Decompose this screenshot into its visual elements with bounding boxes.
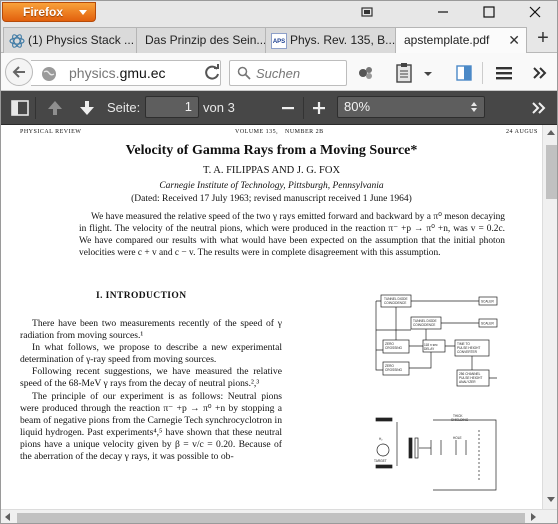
scroll-down-icon[interactable] bbox=[547, 497, 555, 502]
chevron-down-icon[interactable] bbox=[421, 62, 435, 84]
next-page-icon[interactable] bbox=[77, 98, 97, 118]
zoom-out-icon[interactable] bbox=[278, 98, 298, 118]
target-label: TARGET bbox=[374, 459, 387, 463]
close-icon[interactable] bbox=[528, 5, 542, 19]
aps-icon: APS bbox=[271, 33, 287, 49]
new-tab-button[interactable]: + bbox=[531, 25, 555, 53]
toolbar-separator bbox=[35, 97, 36, 119]
tab-bar: (1) Physics Stack ... Das Prinzip des Se… bbox=[1, 25, 557, 54]
horizontal-scrollbar[interactable] bbox=[1, 509, 557, 523]
shielding-sub: SHIELDING bbox=[451, 418, 469, 422]
page-number-input[interactable]: 1 bbox=[145, 96, 199, 118]
paragraph: Following recent suggestions, we have me… bbox=[20, 366, 282, 390]
title-bar: Firefox bbox=[1, 1, 557, 25]
url-bar[interactable]: physics.gmu.ec bbox=[31, 60, 221, 86]
globe-icon[interactable] bbox=[41, 66, 57, 82]
scroll-right-icon[interactable] bbox=[531, 513, 536, 521]
navigation-bar: physics.gmu.ec Suchen bbox=[1, 53, 557, 91]
paragraph: There have been two measurements recentl… bbox=[20, 318, 282, 342]
tab-apstemplate[interactable]: apstemplate.pdf ✕ bbox=[395, 27, 527, 54]
pdf-page: PHYSICAL REVIEW VOLUME 135, NUMBER 2B 24… bbox=[1, 125, 542, 509]
zoom-select[interactable]: 80% bbox=[337, 96, 485, 118]
vertical-scrollbar[interactable] bbox=[542, 125, 557, 509]
paragraph: In what follows, we propose to describe … bbox=[20, 342, 282, 366]
hamburger-menu-icon[interactable] bbox=[493, 62, 515, 84]
tools-chevron-icon[interactable] bbox=[529, 98, 549, 118]
experiment-diagram: TUNNEL DIODE COINCIDENCE SCALER TUNNEL D… bbox=[374, 294, 498, 491]
paper-title: Velocity of Gamma Rays from a Moving Sou… bbox=[125, 143, 418, 158]
updown-chevron-icon bbox=[471, 102, 477, 112]
paper-dates: (Dated: Received 17 July 1963; revised m… bbox=[131, 194, 412, 204]
hole-label: HOLE bbox=[453, 436, 462, 440]
tab-prinzip[interactable]: Das Prinzip des Sein... bbox=[136, 27, 266, 53]
close-tab-icon[interactable]: ✕ bbox=[508, 28, 520, 52]
scaler-1-label: SCALER bbox=[481, 300, 494, 304]
arrow-left-icon bbox=[12, 66, 25, 78]
firefox-window: Firefox (1) Physics Stack ... Das Prinzi… bbox=[0, 0, 558, 524]
clipboard-icon[interactable] bbox=[393, 62, 415, 84]
h2-label: H₂ bbox=[379, 437, 383, 441]
paper-abstract: We have measured the relative speed of t… bbox=[79, 212, 505, 258]
search-bar[interactable]: Suchen bbox=[229, 60, 347, 86]
tab-label: Phys. Rev. 135, B... bbox=[290, 33, 396, 47]
tab-phys-rev[interactable]: APS Phys. Rev. 135, B... bbox=[265, 27, 396, 53]
number-header: NUMBER 2B bbox=[285, 129, 324, 135]
horizontal-scroll-thumb[interactable] bbox=[17, 513, 525, 523]
volume-header: VOLUME 135, bbox=[235, 129, 279, 135]
reader-view-icon[interactable] bbox=[453, 62, 475, 84]
toolbar-separator bbox=[303, 97, 304, 119]
analyzer-sub2: ANALYZER bbox=[459, 380, 476, 384]
chevron-down-icon bbox=[79, 10, 87, 15]
time-to-pulse-sub2: CONVERTER bbox=[457, 350, 478, 354]
zero-crossing-sub: CROSSING bbox=[385, 346, 403, 350]
maximize-icon[interactable] bbox=[482, 5, 496, 19]
zoom-value: 80% bbox=[344, 99, 371, 114]
tunnel-diode-2-sub: COINCIDENCE bbox=[413, 323, 435, 327]
zero-crossing-2-sub: CROSSING bbox=[385, 368, 403, 372]
search-icon bbox=[237, 66, 251, 80]
tunnel-diode-1-sub: COINCIDENCE bbox=[384, 301, 406, 305]
firefox-menu-button[interactable]: Firefox bbox=[2, 2, 96, 22]
url-text: physics.gmu.ec bbox=[69, 65, 166, 81]
page-label: Seite: bbox=[107, 100, 141, 115]
search-placeholder: Suchen bbox=[256, 66, 301, 81]
toolbar-divider bbox=[482, 62, 483, 84]
scaler-2-label: SCALER bbox=[481, 322, 494, 326]
section-heading: I. INTRODUCTION bbox=[96, 291, 187, 301]
paper-affiliation: Carnegie Institute of Technology, Pittsb… bbox=[159, 181, 384, 191]
tab-physics-stack[interactable]: (1) Physics Stack ... bbox=[3, 27, 137, 53]
tab-label: (1) Physics Stack ... bbox=[28, 33, 135, 47]
minimize-icon[interactable] bbox=[436, 5, 450, 19]
tab-label: apstemplate.pdf bbox=[404, 33, 490, 47]
reload-icon[interactable] bbox=[201, 62, 223, 84]
tab-label: Das Prinzip des Sein... bbox=[145, 33, 266, 47]
firefox-menu-label: Firefox bbox=[23, 5, 64, 19]
back-button[interactable] bbox=[5, 58, 33, 86]
paper-body: There have been two measurements recentl… bbox=[20, 318, 282, 463]
pdf-toolbar: Seite: 1 von 3 80% bbox=[1, 91, 557, 125]
extension-icon[interactable] bbox=[355, 62, 377, 84]
delay-sub: DELAY bbox=[424, 347, 435, 351]
scroll-up-icon[interactable] bbox=[547, 130, 555, 135]
paragraph: The principle of our experiment is as fo… bbox=[20, 390, 282, 463]
previous-page-icon[interactable] bbox=[45, 98, 65, 118]
date-header: 24 AUGUS bbox=[506, 129, 538, 135]
sidebar-toggle-icon[interactable] bbox=[10, 98, 30, 118]
pdf-viewport[interactable]: PHYSICAL REVIEW VOLUME 135, NUMBER 2B 24… bbox=[1, 125, 542, 509]
overflow-chevron-icon[interactable] bbox=[529, 62, 551, 84]
zoom-in-icon[interactable] bbox=[309, 98, 329, 118]
vertical-scroll-thumb[interactable] bbox=[546, 145, 557, 199]
scroll-left-icon[interactable] bbox=[5, 513, 10, 521]
paper-authors: T. A. FILIPPAS AND J. G. FOX bbox=[202, 165, 341, 176]
journal-header: PHYSICAL REVIEW bbox=[20, 129, 82, 135]
tab-groups-icon[interactable] bbox=[360, 5, 374, 19]
page-total: von 3 bbox=[203, 100, 235, 115]
physics-se-icon bbox=[9, 34, 25, 48]
